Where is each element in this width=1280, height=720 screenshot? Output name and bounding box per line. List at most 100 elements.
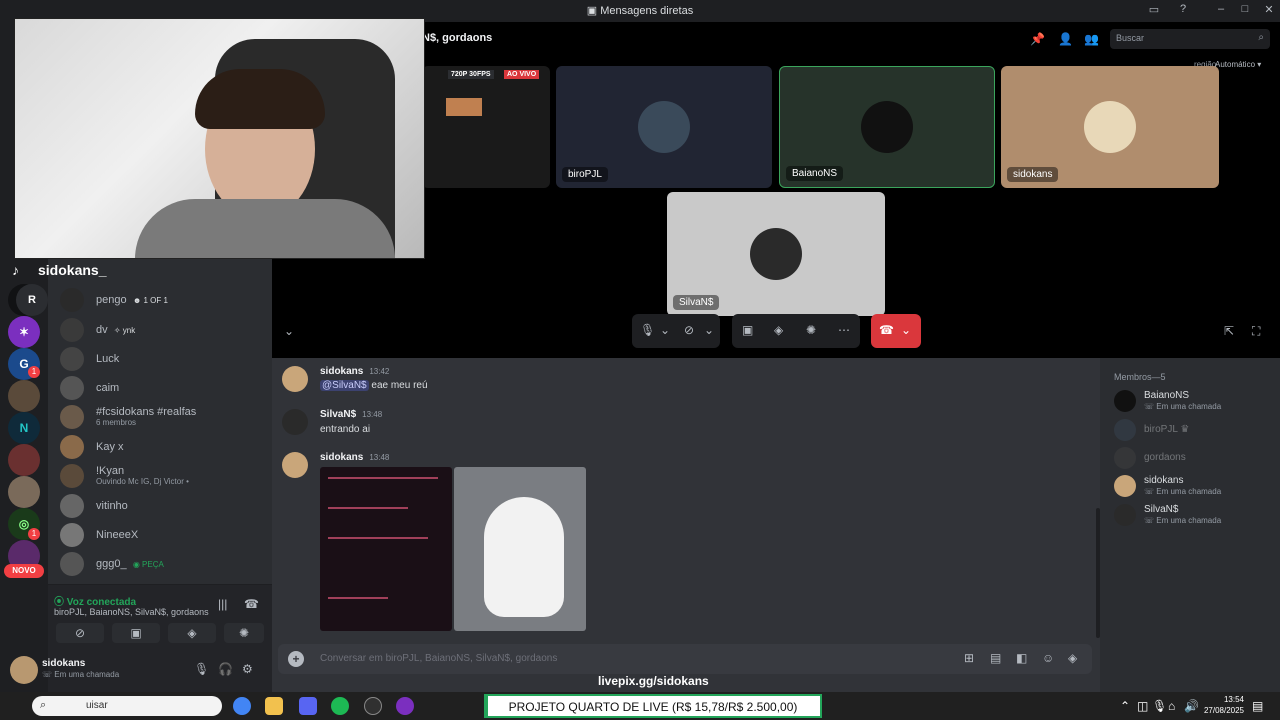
clock-time[interactable]: 13:54 [1200,695,1244,704]
taskbar: ⌕ uisar PROJETO QUARTO DE LIVE (R$ 15,78… [0,692,1280,720]
dm-item[interactable]: pengo ☻ 1 OF 1 [56,286,264,314]
server-icon[interactable] [8,444,40,476]
app-icon[interactable] [396,697,414,715]
donation-goal-bar: PROJETO QUARTO DE LIVE (R$ 15,78/R$ 2.50… [484,694,822,718]
headphones-icon[interactable]: 🎧 [218,662,233,676]
help-icon[interactable]: ? [1174,3,1192,19]
region-select[interactable]: Automático ▾ [1215,60,1261,69]
discord-icon[interactable] [299,697,317,715]
participant-tile[interactable]: SilvaN$ [667,192,885,316]
notification-badge: 1 [28,528,40,540]
microphone-icon[interactable]: 🎙 [640,323,655,337]
pop-out-icon[interactable]: ⇱ [1224,324,1234,338]
add-attachment-icon[interactable]: + [288,651,304,667]
members-icon[interactable]: 👥 [1084,32,1099,46]
settings-gear-icon[interactable]: ⚙ [242,662,253,676]
image-attachment[interactable] [320,467,452,631]
search-input[interactable]: Buscar ⌕ [1110,29,1270,49]
fullscreen-icon[interactable]: ⛶ [1252,324,1260,339]
dm-item[interactable]: Luck [56,345,264,373]
server-icon[interactable]: N [8,412,40,444]
game-controller-icon[interactable]: ◈ [1068,651,1077,665]
sticker-icon[interactable]: ◧ [1016,651,1027,665]
avatar[interactable] [282,366,308,392]
network-icon[interactable]: ⌂ [1168,699,1175,713]
clan-tag: ☻ 1 OF 1 [130,296,168,305]
member-item[interactable]: BaianoNS ☏ Em uma chamada [1114,390,1274,416]
group-dm-item[interactable]: #fcsidokans #realfas 6 membros [56,403,264,431]
chevron-down-icon[interactable]: ⌄ [284,324,294,338]
avatar[interactable] [10,656,38,684]
file-explorer-icon[interactable] [265,697,283,715]
camera-off-icon[interactable]: ⊘ [56,623,104,643]
member-item[interactable]: gordaons [1114,447,1274,469]
server-icon[interactable] [8,476,40,508]
avatar[interactable] [282,452,308,478]
image-attachment[interactable] [454,467,586,631]
participant-tile[interactable]: biroPJL [556,66,772,188]
disconnect-icon[interactable]: ☎ [244,597,259,611]
close-button[interactable]: ✕ [1260,3,1278,19]
gif-icon[interactable]: ▤ [990,651,1001,665]
message-composer[interactable]: + Conversar em biroPJL, BaianoNS, SilvaN… [278,644,1092,674]
dm-item[interactable]: ggg0_ ◉ PEÇA [56,550,264,578]
inbox-icon[interactable]: ▭ [1145,3,1163,19]
voice-members: biroPJL, BaianoNS, SilvaN$, gordaons [54,607,209,617]
microphone-icon[interactable]: 🎙 [194,662,209,676]
screen-share-icon[interactable]: ▣ [112,623,160,643]
notification-icon[interactable]: ▤ [1252,699,1263,713]
chrome-icon[interactable] [233,697,251,715]
activity-icon[interactable]: ◈ [774,323,783,337]
more-icon[interactable]: ⋯ [838,323,850,337]
activity-icon[interactable]: ◈ [168,623,216,643]
dm-item[interactable]: NineeeX [56,521,264,549]
stream-tile[interactable]: 720P 30FPS AO VIVO [422,66,550,188]
dm-item[interactable]: caim [56,374,264,402]
server-letter[interactable]: R [16,284,48,316]
chevron-down-icon[interactable]: ⌄ [704,323,714,337]
member-item[interactable]: sidokans ☏ Em uma chamada [1114,475,1274,501]
participant-tile[interactable]: sidokans [1001,66,1219,188]
message-author[interactable]: sidokans [320,452,363,463]
gift-icon[interactable]: ⊞ [964,651,974,665]
microphone-icon[interactable]: 🎙 [1152,699,1167,713]
user-mention[interactable]: @SilvaN$ [320,380,369,391]
avatar [1084,101,1136,153]
dm-item[interactable]: dv ✧ ynk [56,316,264,344]
message-input[interactable]: Conversar em biroPJL, BaianoNS, SilvaN$,… [320,653,557,664]
noise-suppression-icon[interactable]: ||| [218,597,227,611]
livepix-link: livepix.gg/sidokans [598,674,709,688]
member-item[interactable]: biroPJL ♛ [1114,419,1274,441]
server-icon[interactable] [8,380,40,412]
minimize-button[interactable]: – [1212,3,1230,19]
chevron-down-icon[interactable]: ⌄ [660,323,670,337]
screen-share-icon[interactable]: ▣ [742,323,753,337]
dm-item[interactable]: Kay x [56,433,264,461]
dm-item[interactable]: !Kyan Ouvindo Mc IG, Dj Victor • [56,462,264,490]
message-author[interactable]: sidokans [320,366,363,377]
leave-call-button[interactable]: ☎ ⌄ [871,314,921,348]
spotify-icon[interactable] [331,697,349,715]
tray-chevron-icon[interactable]: ⌃ [1120,699,1130,713]
avatar [750,228,802,280]
soundboard-icon[interactable]: ✺ [806,323,816,337]
tray-app-icon[interactable]: ◫ [1137,699,1148,713]
pin-icon[interactable]: 📌 [1030,32,1045,46]
server-icon[interactable]: ✶ [8,316,40,348]
member-item[interactable]: SilvaN$ ☏ Em uma chamada [1114,504,1274,530]
message-author[interactable]: SilvaN$ [320,409,356,420]
participant-name: SilvaN$ [673,295,720,310]
emoji-icon[interactable]: ☺ [1042,651,1054,665]
taskbar-search[interactable]: ⌕ uisar [32,696,222,716]
avatar[interactable] [282,409,308,435]
maximize-button[interactable]: □ [1236,3,1254,19]
obs-icon[interactable] [364,697,382,715]
camera-off-icon[interactable]: ⊘ [684,323,694,337]
image-detail [328,537,428,539]
cat-image [484,497,564,617]
participant-tile[interactable]: BaianoNS [779,66,995,188]
add-friend-icon[interactable]: 👤 [1058,32,1073,46]
soundboard-icon[interactable]: ✺ [224,623,264,643]
clock-date[interactable]: 27/08/2025 [1196,706,1244,715]
dm-item[interactable]: vitinho [56,492,264,520]
